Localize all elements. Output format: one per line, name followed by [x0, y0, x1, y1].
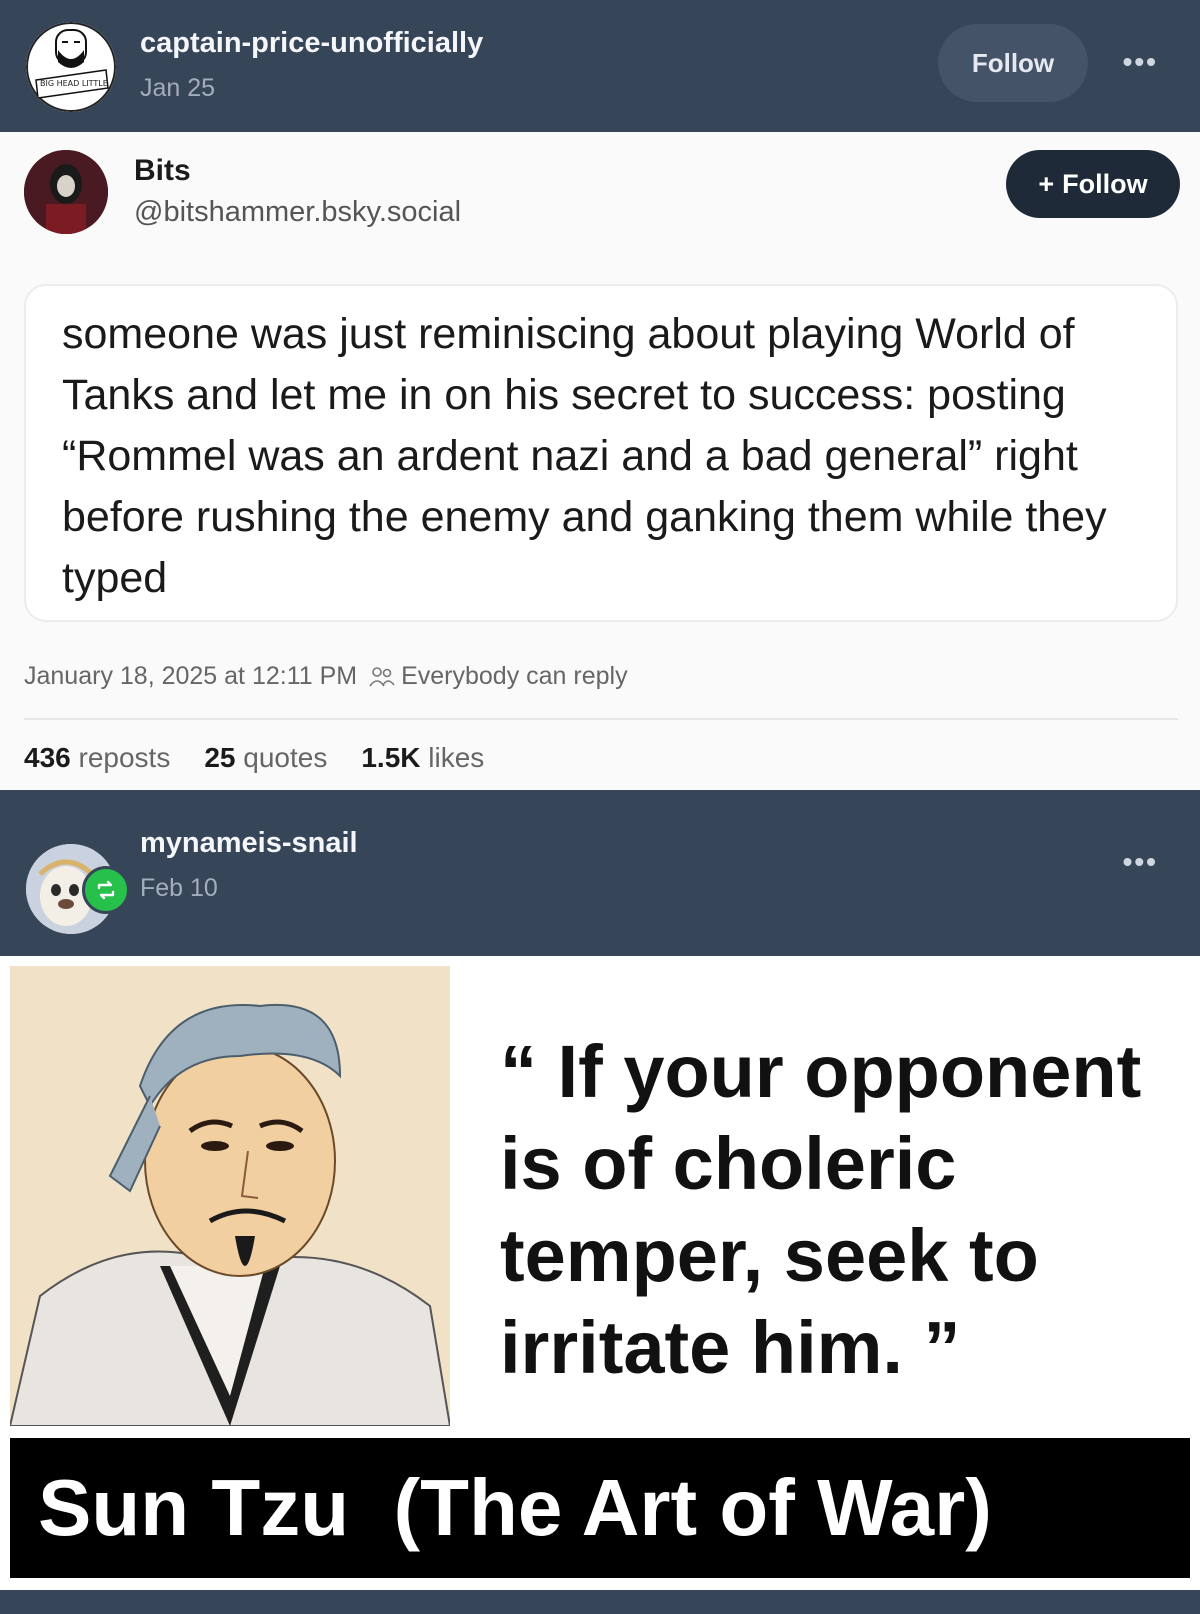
portrait-drawing [10, 966, 450, 1426]
more-options-icon[interactable]: ••• [1123, 46, 1158, 78]
reblog-header: mynameis-snail Feb 10 ••• [0, 790, 1200, 956]
user-avatar[interactable]: BIG HEAD LITTLE ARMS III [26, 22, 116, 112]
likes-count: 1.5K [361, 742, 421, 773]
post-date[interactable]: Jan 25 [140, 74, 215, 103]
meme-image: “ If your opponent is of choleric temper… [0, 956, 1200, 1590]
reposts-count: 436 [24, 742, 71, 773]
reblog-arrows [97, 880, 115, 900]
reposts-stat: 436 reposts [24, 742, 170, 774]
reply-setting: Everybody can reply [369, 662, 628, 691]
meme-quote: “ If your opponent is of choleric temper… [500, 1030, 1142, 1389]
reblog-date[interactable]: Feb 10 [140, 874, 218, 903]
likes-label: likes [428, 742, 485, 773]
meme-caption: Sun Tzu (The Art of War) [10, 1438, 1190, 1578]
embedded-avatar [24, 150, 108, 234]
plus-icon: + [1038, 168, 1055, 199]
reposts-label: reposts [78, 742, 171, 773]
follow-button[interactable]: Follow [938, 24, 1088, 102]
embedded-handle: @bitshammer.bsky.social [134, 196, 462, 228]
likes-stat: 1.5K likes [361, 742, 484, 774]
embedded-follow-label: Follow [1062, 168, 1148, 199]
embedded-display-name: Bits [134, 154, 191, 187]
embedded-stats: 436 reposts 25 quotes 1.5K likes [24, 742, 484, 774]
avatar-drawing: BIG HEAD LITTLE ARMS III [26, 22, 116, 112]
post-header: BIG HEAD LITTLE ARMS III captain-price-u… [0, 0, 1200, 132]
embedded-post-body: someone was just reminiscing about playi… [24, 284, 1178, 622]
embedded-follow-button: + Follow [1006, 150, 1180, 218]
more-options-icon[interactable]: ••• [1123, 846, 1158, 878]
footer-strip [0, 1590, 1200, 1614]
quotes-label: quotes [243, 742, 328, 773]
divider [24, 718, 1178, 720]
embedded-timestamp: January 18, 2025 at 12:11 PM [24, 662, 358, 690]
reblogger-username[interactable]: mynameis-snail [140, 827, 358, 860]
avatar-label: BIG HEAD LITTLE ARMS III [40, 79, 116, 88]
quotes-count: 25 [204, 742, 236, 773]
embedded-screenshot: Bits @bitshammer.bsky.social + Follow so… [0, 132, 1200, 790]
sun-tzu-portrait [10, 966, 450, 1426]
post-username[interactable]: captain-price-unofficially [140, 27, 483, 60]
embedded-avatar-drawing [24, 150, 108, 234]
reply-setting-label: Everybody can reply [401, 662, 628, 690]
quotes-stat: 25 quotes [204, 742, 327, 774]
people-icon [369, 666, 395, 686]
embedded-post-text: someone was just reminiscing about playi… [62, 310, 1107, 602]
embedded-post-meta: January 18, 2025 at 12:11 PM Everybody c… [24, 662, 628, 691]
reblog-icon [82, 866, 130, 914]
